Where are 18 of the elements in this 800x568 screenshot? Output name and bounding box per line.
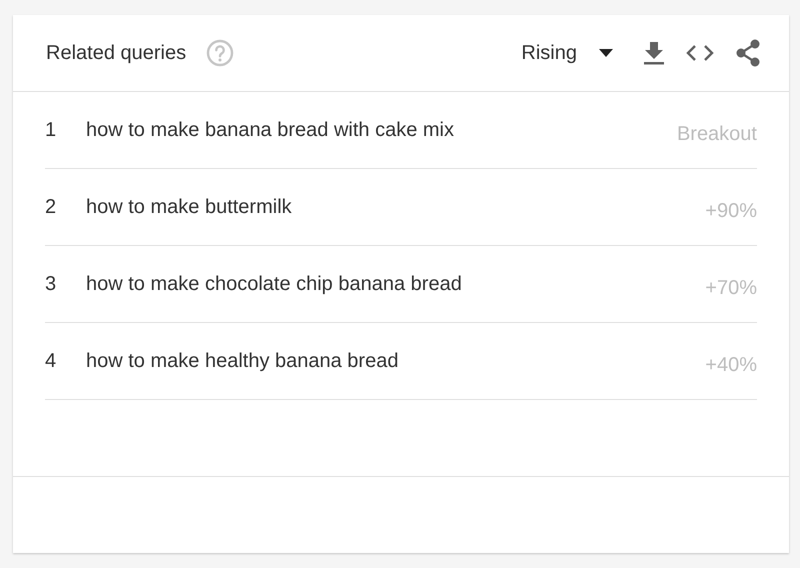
rank-number: 2 — [45, 196, 58, 218]
embed-code-icon[interactable] — [685, 44, 715, 62]
rank-number: 1 — [45, 118, 58, 142]
rank-number: 3 — [45, 272, 58, 296]
trend-value: +40% — [705, 352, 757, 376]
filter-dropdown[interactable]: Rising — [521, 38, 613, 68]
query-link[interactable]: how to make healthy banana bread — [86, 350, 706, 372]
trend-value: Breakout — [676, 122, 757, 146]
trend-value: +90% — [705, 198, 757, 222]
query-link[interactable]: how to make buttermilk — [86, 196, 706, 218]
trend-value: +70% — [705, 276, 757, 300]
rank-number: 4 — [45, 350, 58, 372]
card-title: Related queries — [46, 42, 186, 64]
share-icon[interactable] — [735, 39, 761, 67]
download-icon[interactable] — [643, 40, 665, 66]
caret-icon — [599, 49, 613, 57]
query-link[interactable]: how to make banana bread with cake mix — [86, 118, 677, 142]
query-link[interactable]: how to make chocolate chip banana bread — [86, 272, 706, 296]
